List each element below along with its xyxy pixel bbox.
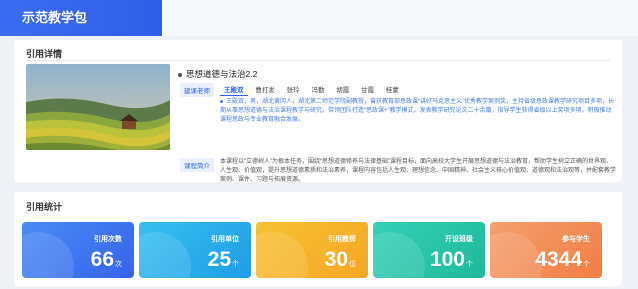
stat-label: 引用次数 bbox=[94, 236, 122, 243]
stat-card-citations[interactable]: 引用次数 66次 bbox=[22, 222, 134, 278]
stat-value: 30位 bbox=[324, 248, 356, 271]
section-title-stats: 引用统计 bbox=[26, 202, 63, 212]
course-name-text: 思想道德与法治2.2 bbox=[186, 69, 258, 79]
teacher-tab[interactable]: 桂蒙 bbox=[382, 83, 403, 95]
teacher-tab[interactable]: 张玲 bbox=[283, 83, 304, 95]
card-decoration bbox=[256, 232, 308, 278]
card-decoration bbox=[22, 232, 74, 278]
card-decoration bbox=[490, 232, 542, 278]
teacher-tab[interactable]: 王殿双 bbox=[220, 83, 248, 96]
stat-label: 参与学生 bbox=[562, 236, 590, 243]
teacher-tab[interactable]: 甘霞 bbox=[357, 83, 378, 95]
stat-card-teachers[interactable]: 引用教师 30位 bbox=[256, 222, 368, 278]
stat-card-classes[interactable]: 开设班级 100个 bbox=[373, 222, 485, 278]
stat-card-students[interactable]: 参与学生 4344个 bbox=[490, 222, 602, 278]
stat-value: 25个 bbox=[207, 248, 239, 271]
stat-card-units[interactable]: 引用单位 25个 bbox=[139, 222, 251, 278]
intro-label: 课程简介 bbox=[180, 158, 214, 172]
stat-value: 100个 bbox=[429, 248, 473, 271]
teacher-tab[interactable]: 胡霞 bbox=[332, 83, 353, 95]
stat-value: 4344个 bbox=[535, 248, 590, 271]
teacher-tab[interactable]: 曹打发 bbox=[251, 83, 279, 95]
teacher-tab[interactable]: 冯勤 bbox=[307, 83, 328, 95]
top-bar: 示范教学包 bbox=[0, 0, 638, 36]
teacher-tabs: 王殿双 曹打发 张玲 冯勤 胡霞 甘霞 桂蒙 bbox=[220, 83, 405, 96]
stat-label: 引用教师 bbox=[328, 236, 356, 243]
course-intro: 本课程以“立德树人”为根本任务，围绕“思想道德修养与法律基础”课程目标，面向高校… bbox=[220, 159, 617, 183]
bullet-dot-icon bbox=[220, 99, 223, 103]
course-name[interactable]: 思想道德与法治2.2 bbox=[178, 68, 257, 80]
course-cover-image[interactable] bbox=[26, 64, 170, 150]
page-title-tab: 示范教学包 bbox=[0, 0, 162, 36]
stat-label: 开设班级 bbox=[445, 236, 473, 243]
teacher-bio-text: 王殿双，男，湖北黄冈人，湖北第二师范学院副教授，曾获教育部思政课“讲好马克思主义… bbox=[220, 99, 614, 123]
stat-value: 66次 bbox=[90, 248, 122, 271]
section-divider bbox=[26, 60, 610, 61]
teacher-label: 建课老师 bbox=[180, 83, 214, 97]
section-title-detail: 引用详情 bbox=[26, 49, 63, 59]
card-decoration bbox=[373, 232, 425, 278]
teacher-bio: 王殿双，男，湖北黄冈人，湖北第二师范学院副教授，曾获教育部思政课“讲好马克思主义… bbox=[220, 98, 616, 125]
card-decoration bbox=[139, 232, 191, 278]
stat-label: 引用单位 bbox=[211, 236, 239, 243]
bullet-dot-icon bbox=[178, 72, 182, 77]
citation-detail-panel: 引用详情 思想道德与法治2.2 建课老师 王殿双 曹打发 张玲 冯勤 胡霞 甘霞… bbox=[14, 40, 622, 183]
